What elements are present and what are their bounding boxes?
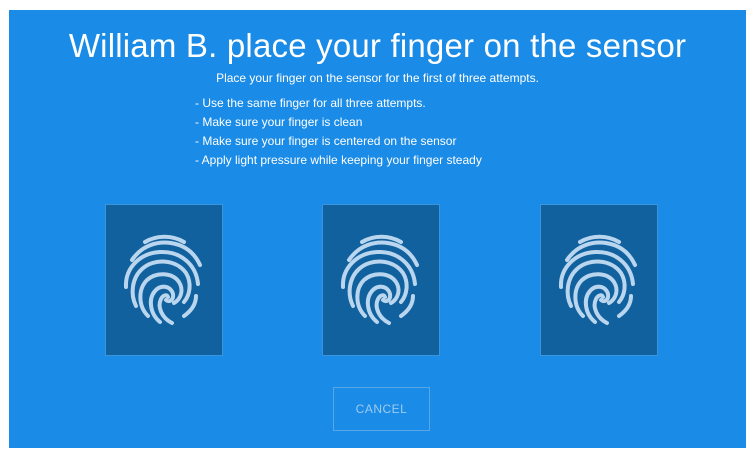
fingerprint-icon: [558, 234, 637, 325]
attempt-card-2: [322, 204, 440, 356]
fingerprint-enrollment-screen: William B. place your finger on the sens…: [9, 10, 746, 448]
fingerprint-icon: [340, 234, 419, 325]
instruction-list: - Use the same finger for all three atte…: [195, 94, 482, 170]
attempt-card-3: [540, 204, 658, 356]
instruction-item: - Use the same finger for all three atte…: [195, 96, 426, 110]
instruction-item: - Make sure your finger is clean: [195, 115, 363, 129]
instruction-item: - Apply light pressure while keeping you…: [195, 153, 482, 167]
instruction-item: - Make sure your finger is centered on t…: [195, 134, 457, 148]
fingerprint-icon: [123, 234, 202, 325]
cancel-button[interactable]: CANCEL: [333, 387, 430, 431]
attempt-card-1: [105, 204, 223, 356]
page-title: William B. place your finger on the sens…: [68, 27, 687, 64]
page-subtitle: Place your finger on the sensor for the …: [216, 71, 539, 85]
